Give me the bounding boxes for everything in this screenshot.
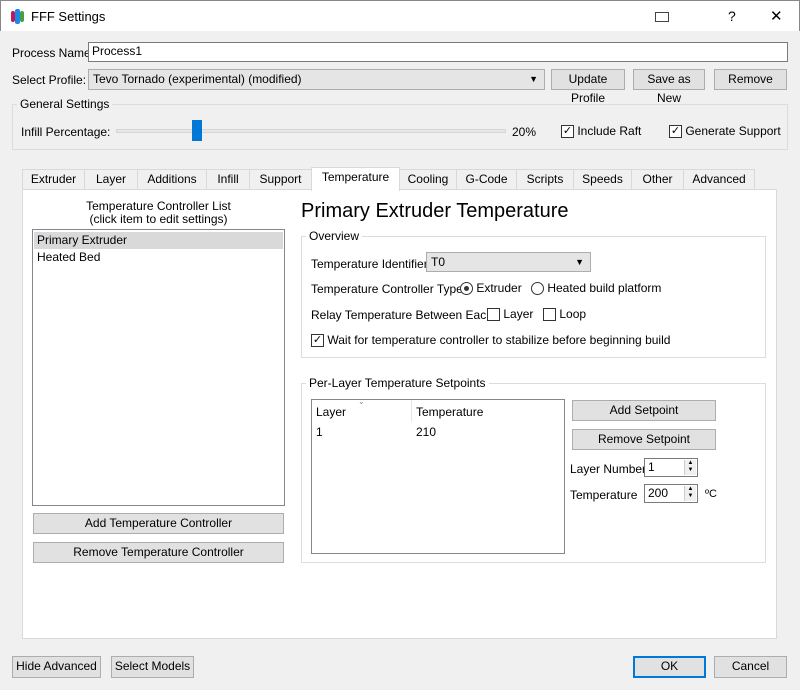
relay-layer-checkbox[interactable]: Layer [487, 307, 533, 322]
extruder-radio[interactable]: Extruder [460, 281, 522, 296]
tab-support[interactable]: Support [249, 169, 312, 190]
cell-layer: 1 [316, 425, 323, 439]
table-row[interactable]: 1 210 [312, 425, 564, 441]
add-controller-button[interactable]: Add Temperature Controller [33, 513, 284, 534]
cancel-button[interactable]: Cancel [714, 656, 787, 678]
tab-gcode[interactable]: G-Code [456, 169, 517, 190]
radio-icon [531, 282, 544, 296]
remove-setpoint-button[interactable]: Remove Setpoint [572, 429, 716, 450]
setpoints-table[interactable]: ⌄ Layer Temperature 1 210 [311, 397, 565, 554]
detail-heading: Primary Extruder Temperature [301, 200, 569, 222]
chevron-down-icon: ▼ [529, 74, 538, 84]
infill-slider-track[interactable] [116, 129, 506, 133]
tab-infill[interactable]: Infill [206, 169, 250, 190]
infill-label: Infill Percentage: [21, 125, 111, 139]
setpoints-title: Per-Layer Temperature Setpoints [306, 376, 489, 390]
relay-loop-checkbox[interactable]: Loop [543, 307, 586, 322]
tab-other[interactable]: Other [631, 169, 684, 190]
check-icon: ✓ [669, 125, 682, 139]
profile-value: Tevo Tornado (experimental) (modified) [93, 72, 302, 86]
check-icon: ✓ [561, 125, 574, 139]
controller-type-label: Temperature Controller Type: [311, 282, 467, 296]
wait-stabilize-checkbox[interactable]: ✓ Wait for temperature controller to sta… [311, 333, 670, 348]
title-bar: FFF Settings ? ✕ [0, 0, 800, 31]
sort-indicator-icon: ⌄ [358, 397, 365, 406]
tab-advanced[interactable]: Advanced [683, 169, 755, 190]
save-as-new-button[interactable]: Save as New [633, 69, 705, 105]
layer-number-stepper[interactable]: 1 ▲ ▼ [644, 458, 698, 477]
list-item[interactable]: Heated Bed [34, 249, 283, 266]
temperature-unit: ºC [705, 488, 717, 500]
controller-list-subtitle: (click item to edit settings) [89, 212, 228, 226]
temperature-label: Temperature [570, 488, 638, 502]
controller-list-title: Temperature Controller List [86, 199, 231, 213]
include-raft-checkbox[interactable]: ✓ Include Raft [561, 124, 641, 139]
hide-advanced-button[interactable]: Hide Advanced [12, 656, 101, 678]
chevron-down-icon: ▼ [575, 257, 584, 267]
ok-button[interactable]: OK [633, 656, 706, 678]
generate-support-checkbox[interactable]: ✓ Generate Support [669, 124, 781, 139]
tab-layer[interactable]: Layer [84, 169, 138, 190]
window-title: FFF Settings [31, 9, 106, 24]
relay-label: Relay Temperature Between Each: [311, 308, 497, 322]
temperature-stepper[interactable]: 200 ▲ ▼ [644, 484, 698, 503]
general-settings-title: General Settings [17, 97, 113, 111]
column-header-temperature[interactable]: Temperature [416, 405, 483, 419]
remove-profile-button[interactable]: Remove [714, 69, 787, 90]
close-button[interactable]: ✕ [770, 7, 783, 25]
identifier-select[interactable]: T0 ▼ [426, 252, 591, 272]
update-profile-button[interactable]: Update Profile [551, 69, 625, 105]
heated-platform-radio[interactable]: Heated build platform [531, 281, 661, 296]
cell-temperature: 210 [416, 425, 437, 439]
layer-number-label: Layer Number [570, 462, 647, 476]
process-name-label: Process Name: [12, 46, 95, 60]
remove-controller-button[interactable]: Remove Temperature Controller [33, 542, 284, 563]
infill-value: 20% [512, 125, 537, 139]
profile-select[interactable]: Tevo Tornado (experimental) (modified) ▼ [88, 69, 545, 90]
add-setpoint-button[interactable]: Add Setpoint [572, 400, 716, 421]
tab-additions[interactable]: Additions [137, 169, 207, 190]
identifier-value: T0 [431, 255, 446, 269]
select-models-button[interactable]: Select Models [111, 656, 194, 678]
identifier-label: Temperature Identifier [311, 257, 428, 271]
controller-list[interactable]: Primary Extruder Heated Bed [32, 229, 285, 506]
check-icon: ✓ [311, 334, 324, 348]
checkbox-icon [543, 308, 556, 322]
tab-extruder[interactable]: Extruder [22, 169, 85, 190]
infill-slider-handle[interactable] [192, 120, 202, 141]
radio-selected-icon [460, 282, 473, 296]
window-mode-icon[interactable] [655, 12, 669, 22]
checkbox-icon [487, 308, 500, 322]
tab-scripts[interactable]: Scripts [516, 169, 574, 190]
overview-title: Overview [306, 229, 363, 243]
list-item[interactable]: Primary Extruder [34, 232, 283, 249]
spin-arrows-icon[interactable]: ▲ ▼ [684, 486, 696, 501]
tab-cooling[interactable]: Cooling [399, 169, 457, 190]
spin-arrows-icon[interactable]: ▲ ▼ [684, 460, 696, 475]
app-logo-icon [11, 9, 24, 24]
help-button[interactable]: ? [728, 8, 736, 24]
tab-speeds[interactable]: Speeds [573, 169, 632, 190]
select-profile-label: Select Profile: [12, 73, 87, 87]
tab-temperature[interactable]: Temperature [311, 167, 400, 191]
column-header-layer[interactable]: Layer [316, 405, 346, 419]
process-name-input[interactable]: Process1 [88, 42, 788, 62]
